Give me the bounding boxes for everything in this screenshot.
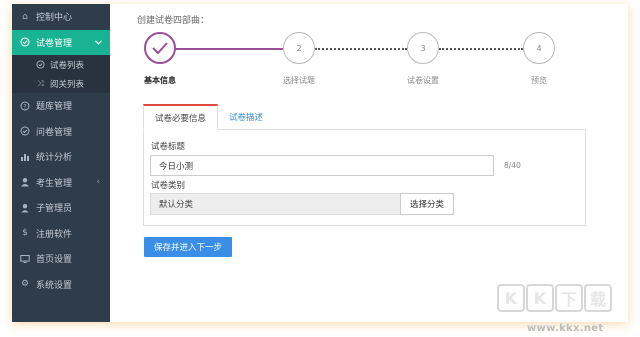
sidebar-item-candidates[interactable]: 考生管理 ‹ [12,170,110,196]
chevron-down-icon [95,38,102,47]
step-connector [439,48,523,50]
monitor-icon [20,254,30,264]
step-3-circle[interactable]: 3 [407,32,439,64]
main-content: 创建试卷四部曲： 2 3 4 基本信息 选择试题 试卷设置 预览 试卷必要信息 … [110,4,628,322]
dollar-icon: $ [22,228,28,239]
step-4-circle[interactable]: 4 [523,32,555,64]
step-wizard: 2 3 4 基本信息 选择试题 试卷设置 预览 [135,32,555,92]
sidebar-item-survey[interactable]: 问卷管理 [12,119,110,145]
watermark-letter: K [497,284,525,312]
step-3-label: 试卷设置 [407,76,439,85]
sidebar-item-question-bank[interactable]: ? 题库管理 [12,93,110,119]
app-window: ⌂ 控制中心 试卷管理 试卷列表 ⤨ 阅关列表 ? 题库管理 问卷管理 统计分析… [12,4,628,322]
sidebar-subitem-exam-list[interactable]: 试卷列表 [12,55,110,74]
user-icon [20,177,30,187]
home-icon: ⌂ [22,11,28,22]
help-circle-icon: ? [20,101,30,111]
tab-required-info[interactable]: 试卷必要信息 [143,104,219,130]
step-2-circle[interactable]: 2 [283,32,315,64]
title-input[interactable]: 今日小测 [150,155,494,176]
sidebar-item-statistics[interactable]: 统计分析 [12,144,110,170]
step-connector-complete [175,48,283,50]
sidebar-item-label: 试卷管理 [36,38,73,49]
check-circle-icon [20,37,30,47]
sidebar-submenu: 试卷列表 ⤨ 阅关列表 [12,55,110,93]
sidebar-item-label: 考生管理 [36,178,73,189]
sidebar-item-label: 题库管理 [36,102,73,113]
save-and-next-button[interactable]: 保存并进入下一步 [144,237,232,257]
shuffle-icon: ⤨ [37,78,44,88]
watermark-letter: 下 [555,284,583,312]
sidebar-subitem-review-list[interactable]: ⤨ 阅关列表 [12,74,110,93]
sidebar-item-label: 首页设置 [36,255,73,266]
check-circle-icon [36,60,45,70]
category-label: 试卷类别 [151,181,186,191]
chevron-left-icon: ‹ [96,177,100,188]
page-title: 创建试卷四部曲： [137,16,210,26]
sidebar-item-label: 系统设置 [36,280,73,291]
step-1-circle[interactable] [144,32,176,64]
tab-panel: 试卷标题 今日小测 8/40 试卷类别 默认分类 选择分类 [143,129,586,226]
sidebar-item-label: 注册软件 [36,229,73,240]
watermark-url: www.kkx.net [527,323,604,334]
step-2-label: 选择试题 [283,76,315,85]
tab-description[interactable]: 试卷描述 [218,104,274,130]
sidebar-subitem-label: 阅关列表 [50,79,85,90]
sidebar-subitem-label: 试卷列表 [50,60,85,71]
step-connector [315,48,407,50]
sidebar: ⌂ 控制中心 试卷管理 试卷列表 ⤨ 阅关列表 ? 题库管理 问卷管理 统计分析… [12,4,110,322]
sidebar-item-register[interactable]: $ 注册软件 [12,221,110,247]
title-char-counter: 8/40 [504,161,521,170]
gear-icon: ⚙ [20,279,30,290]
bar-chart-icon [20,152,30,162]
svg-text:?: ? [23,103,26,110]
sidebar-item-label: 子管理员 [36,204,73,215]
step-1-label: 基本信息 [144,76,176,85]
sidebar-item-system-settings[interactable]: ⚙ 系统设置 [12,272,110,298]
watermark-logo: K K 下 载 [497,284,612,312]
sidebar-item-sub-admins[interactable]: 子管理员 [12,195,110,221]
user-single-icon [20,203,30,213]
title-label: 试卷标题 [151,142,186,152]
category-field[interactable]: 默认分类 [150,193,401,215]
watermark-letter: 载 [584,284,612,312]
sidebar-item-label: 统计分析 [36,153,73,164]
checkmark-icon [152,42,168,55]
check-circle-outline-icon [20,126,30,136]
watermark-letter: K [526,284,554,312]
sidebar-item-dashboard[interactable]: ⌂ 控制中心 [12,4,110,30]
step-4-label: 预览 [531,76,547,85]
sidebar-item-exam-management[interactable]: 试卷管理 [12,29,110,55]
choose-category-button[interactable]: 选择分类 [400,193,454,215]
tab-bar: 试卷必要信息 试卷描述 [143,104,274,130]
sidebar-item-label: 问卷管理 [36,127,73,138]
sidebar-item-label: 控制中心 [36,13,73,24]
sidebar-item-homepage-settings[interactable]: 首页设置 [12,246,110,272]
